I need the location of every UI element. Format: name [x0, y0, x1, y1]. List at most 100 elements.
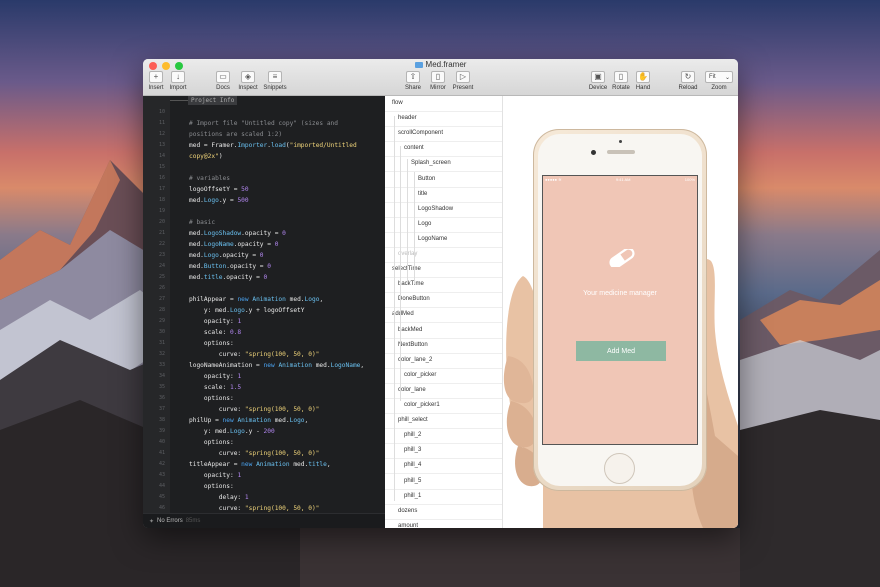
- code-line: positions are scaled 1:2): [189, 131, 283, 138]
- code-line: # variables: [189, 175, 230, 182]
- layer-divider: [385, 397, 502, 399]
- line-number: 32: [158, 351, 165, 357]
- status-bar: ✦ No Errors 85ms: [143, 513, 385, 528]
- layer-divider: [385, 518, 502, 520]
- window-title-text: Med.framer: [425, 60, 467, 69]
- layer-divider: [385, 111, 502, 112]
- camera-icon: [591, 150, 596, 155]
- code-line: curve: "spring(100, 50, 0)": [189, 351, 320, 358]
- zoom-control[interactable]: Fit ⌄ Zoom: [704, 71, 734, 91]
- layer-item[interactable]: phill_2: [404, 432, 421, 438]
- snippets-button[interactable]: ≡ Snippets: [263, 71, 287, 91]
- layer-divider: [385, 231, 502, 233]
- insert-button[interactable]: + Insert: [144, 71, 168, 91]
- code-line: philUp = new Animation med.Logo,: [189, 417, 309, 424]
- code-line: philAppear = new Animation med.Logo,: [189, 296, 324, 303]
- layer-divider: [385, 277, 502, 279]
- layer-item[interactable]: Logo: [418, 221, 431, 227]
- layer-item[interactable]: flow: [392, 100, 403, 106]
- layer-item[interactable]: DoneButton: [398, 296, 430, 302]
- code-line: logoNameAnimation = new Animation med.Lo…: [189, 362, 365, 369]
- line-number: 39: [158, 428, 165, 434]
- layer-item[interactable]: Button: [418, 176, 435, 182]
- layer-item[interactable]: backMed: [398, 327, 422, 333]
- layer-divider: [385, 413, 502, 414]
- line-number: 16: [158, 175, 165, 181]
- code-line: curve: "spring(100, 50, 0)": [189, 406, 320, 413]
- layer-item[interactable]: color_lane_2: [398, 357, 432, 363]
- layer-divider: [385, 322, 502, 324]
- layer-item[interactable]: phill_select: [398, 417, 428, 423]
- phone-device: ●●●●● ≋ 9:41 AM 100% Your medicine manag…: [533, 129, 707, 491]
- layer-item[interactable]: NextButton: [398, 342, 428, 348]
- code-line: med.Logo.y = 500: [189, 197, 249, 204]
- layer-item[interactable]: content: [404, 145, 424, 151]
- phone-icon: ▯: [431, 71, 445, 83]
- tree-guide-line: [407, 159, 408, 284]
- line-number: 22: [158, 241, 165, 247]
- layer-item[interactable]: backTime: [398, 281, 424, 287]
- tag-connector: [170, 100, 188, 101]
- layer-item[interactable]: scrollComponent: [398, 130, 443, 136]
- share-button[interactable]: ⇧ Share: [401, 71, 425, 91]
- layer-item[interactable]: color_lane: [398, 387, 426, 393]
- line-number: 25: [158, 274, 165, 280]
- code-line: y: med.Logo.y + logoOffsetY: [189, 307, 305, 314]
- code-line: scale: 1.5: [189, 384, 242, 391]
- layer-item[interactable]: phill_3: [404, 447, 421, 453]
- line-number: 37: [158, 406, 165, 412]
- project-info-tag[interactable]: Project Info: [188, 96, 238, 105]
- device-label: Device: [588, 85, 608, 91]
- layer-item[interactable]: color_picker: [404, 372, 436, 378]
- mirror-label: Mirror: [430, 85, 446, 91]
- play-icon: ▷: [456, 71, 470, 83]
- code-line: med.title.opacity = 0: [189, 274, 268, 281]
- layer-divider: [385, 216, 502, 218]
- code-line: scale: 0.8: [189, 329, 242, 336]
- window-title: Med.framer: [143, 60, 738, 69]
- line-number: 29: [158, 318, 165, 324]
- layer-item[interactable]: phill_5: [404, 478, 421, 484]
- layer-item[interactable]: title: [418, 191, 427, 197]
- device-button[interactable]: ▣ Device: [586, 71, 610, 91]
- line-number: 46: [158, 505, 165, 511]
- layer-item[interactable]: LogoName: [418, 236, 447, 242]
- line-number: 11: [158, 120, 165, 126]
- tree-guide-line: [400, 146, 401, 401]
- layer-divider: [385, 141, 502, 143]
- add-med-button[interactable]: Add Med: [576, 341, 666, 361]
- line-number: 28: [158, 307, 165, 313]
- layer-item[interactable]: header: [398, 115, 417, 121]
- layer-divider: [385, 201, 502, 203]
- line-number: 27: [158, 296, 165, 302]
- present-button[interactable]: ▷ Present: [451, 71, 475, 91]
- hand-button[interactable]: ✋ Hand: [631, 71, 655, 91]
- home-button[interactable]: [604, 453, 635, 484]
- layer-item[interactable]: addMed: [392, 311, 414, 317]
- layer-item[interactable]: LogoShadow: [418, 206, 453, 212]
- layers-panel: flow header scrollComponent content Splash_s…: [385, 96, 503, 528]
- layer-item[interactable]: amount: [398, 523, 418, 528]
- rotate-label: Rotate: [612, 85, 630, 91]
- layer-item[interactable]: phill_4: [404, 462, 421, 468]
- layer-item[interactable]: Splash_screen: [411, 160, 451, 166]
- layer-item[interactable]: color_picker1: [404, 402, 440, 408]
- battery-text: 100%: [684, 177, 695, 182]
- mirror-button[interactable]: ▯ Mirror: [426, 71, 450, 91]
- reload-button[interactable]: ↻ Reload: [676, 71, 700, 91]
- inspect-button[interactable]: ◈ Inspect: [236, 71, 260, 91]
- code-editor[interactable]: 10 11 12 13 14 15 16 17 18 19 20 21 22 23 24 25 26 27 28 29…: [143, 96, 385, 528]
- code-line: # Import file "Untitled copy" (sizes and: [189, 120, 339, 127]
- code-line: med.Logo.opacity = 0: [189, 252, 264, 259]
- docs-button[interactable]: ▭ Docs: [211, 71, 235, 91]
- line-number: 36: [158, 395, 165, 401]
- phone-screen[interactable]: ●●●●● ≋ 9:41 AM 100% Your medicine manag…: [542, 175, 698, 445]
- rotate-button[interactable]: ▯ Rotate: [609, 71, 633, 91]
- app-window: Med.framer + Insert ↓ Import ▭ Docs ◈ Inspec…: [143, 59, 738, 528]
- zoom-select[interactable]: Fit ⌄: [705, 71, 733, 83]
- layer-divider: [385, 503, 502, 505]
- import-button[interactable]: ↓ Import: [166, 71, 190, 91]
- line-number: 40: [158, 439, 165, 445]
- layer-item[interactable]: phill_1: [404, 493, 421, 499]
- layer-item[interactable]: dozens: [398, 508, 417, 514]
